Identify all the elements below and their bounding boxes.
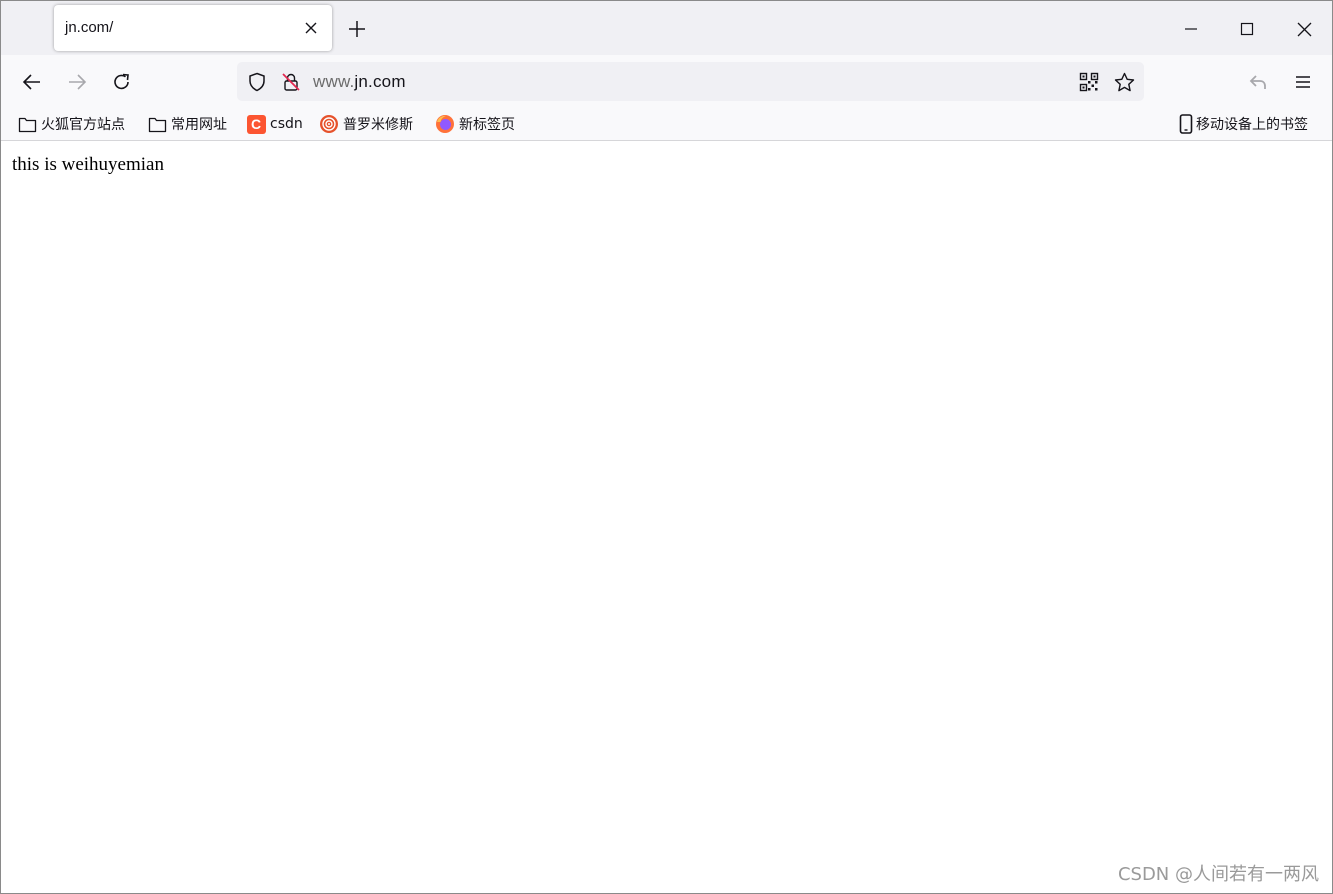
url-prefix: www. bbox=[313, 72, 355, 91]
tab-strip: jn.com/ bbox=[1, 1, 1332, 55]
tab-title: jn.com/ bbox=[65, 19, 114, 36]
reload-icon bbox=[114, 73, 129, 90]
close-window-button[interactable] bbox=[1284, 11, 1324, 47]
url-bar[interactable]: www.jn.com bbox=[237, 62, 1144, 101]
url-host: jn.com bbox=[354, 72, 406, 91]
firefox-icon bbox=[435, 114, 455, 134]
star-icon bbox=[1114, 72, 1134, 91]
mobile-device-icon bbox=[1178, 114, 1194, 134]
app-menu-button[interactable] bbox=[1288, 67, 1318, 97]
page-content: this is weihuyemian bbox=[1, 142, 1332, 893]
page-body-text: this is weihuyemian bbox=[12, 154, 164, 175]
maximize-button[interactable] bbox=[1227, 11, 1267, 47]
bookmark-csdn[interactable]: C csdn bbox=[246, 113, 303, 135]
share-button[interactable] bbox=[1243, 67, 1273, 97]
bookmark-new-tab[interactable]: 新标签页 bbox=[435, 113, 515, 135]
browser-window: jn.com/ www.jn.com 火狐官方站点 常用网址 C csdn 普罗… bbox=[0, 0, 1333, 894]
close-icon bbox=[1297, 22, 1311, 36]
reload-button[interactable] bbox=[107, 67, 137, 97]
mobile-bookmarks-folder[interactable]: 移动设备上的书签 bbox=[1178, 113, 1308, 135]
close-icon bbox=[305, 22, 317, 34]
forward-button[interactable] bbox=[62, 67, 92, 97]
csdn-icon: C bbox=[246, 114, 266, 134]
csdn-logo-letter: C bbox=[246, 114, 266, 134]
tracking-protection-button[interactable] bbox=[245, 70, 269, 94]
bookmark-folder-firefox-official[interactable]: 火狐官方站点 bbox=[17, 113, 125, 135]
back-button[interactable] bbox=[17, 67, 47, 97]
bookmark-label: 火狐官方站点 bbox=[41, 117, 125, 133]
url-text[interactable]: www.jn.com bbox=[313, 72, 406, 92]
plus-icon bbox=[349, 21, 365, 37]
arrow-right-icon bbox=[69, 74, 87, 90]
maximize-icon bbox=[1240, 22, 1254, 36]
new-tab-button[interactable] bbox=[343, 15, 371, 43]
bookmark-label: 常用网址 bbox=[171, 117, 227, 133]
watermark: CSDN @人间若有一两风 bbox=[1117, 864, 1319, 885]
bookmark-star-button[interactable] bbox=[1112, 70, 1136, 94]
arrow-left-icon bbox=[22, 74, 40, 90]
minimize-button[interactable] bbox=[1171, 11, 1211, 47]
minimize-icon bbox=[1185, 28, 1197, 30]
folder-icon bbox=[147, 114, 167, 134]
bookmarks-toolbar: 火狐官方站点 常用网址 C csdn 普罗米修斯 新标签页 移动设备上的书签 bbox=[1, 107, 1332, 141]
bookmark-prometheus[interactable]: 普罗米修斯 bbox=[319, 113, 413, 135]
close-tab-button[interactable] bbox=[300, 17, 322, 39]
bookmark-label: csdn bbox=[270, 116, 303, 132]
reply-arrow-icon bbox=[1249, 75, 1266, 89]
bookmark-label: 移动设备上的书签 bbox=[1196, 117, 1308, 133]
qr-code-button[interactable] bbox=[1077, 70, 1101, 94]
prometheus-icon bbox=[319, 114, 339, 134]
bookmark-label: 新标签页 bbox=[459, 117, 515, 133]
insecure-lock-icon bbox=[282, 73, 300, 91]
bookmark-label: 普罗米修斯 bbox=[343, 117, 413, 133]
navigation-toolbar: www.jn.com bbox=[1, 55, 1332, 107]
active-tab[interactable]: jn.com/ bbox=[54, 5, 332, 51]
shield-icon bbox=[249, 72, 265, 92]
bookmark-folder-common-sites[interactable]: 常用网址 bbox=[147, 113, 227, 135]
hamburger-menu-icon bbox=[1296, 76, 1310, 88]
qr-code-icon bbox=[1079, 72, 1099, 92]
site-security-button[interactable] bbox=[279, 70, 303, 94]
folder-icon bbox=[17, 114, 37, 134]
